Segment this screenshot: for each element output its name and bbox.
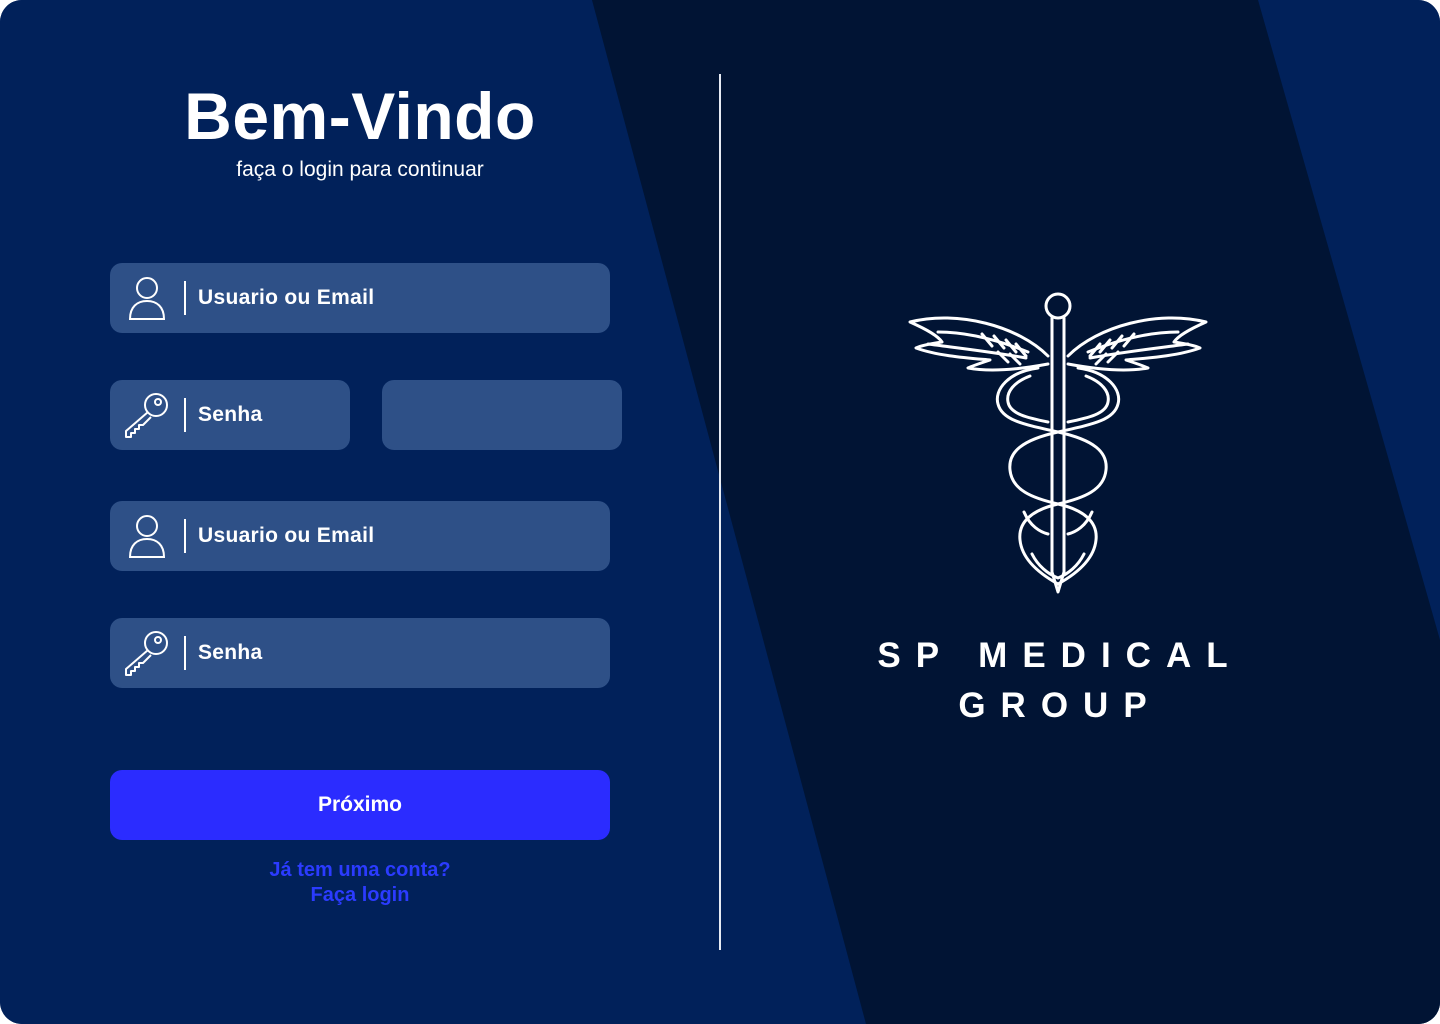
user-icon [110,263,184,333]
caduceus-icon [908,292,1208,594]
vertical-divider [719,74,721,950]
brand-name-line1: SP MEDICAL [877,636,1243,675]
blank-field[interactable] [382,380,622,450]
username-field-2[interactable]: Usuario ou Email [110,501,610,571]
login-link[interactable]: Faça login [110,884,610,907]
login-screen: Bem-Vindo faça o login para continuar Us… [0,0,1440,1024]
field-separator [184,398,186,432]
brand-name-line2: GROUP [958,686,1162,725]
user-icon [110,501,184,571]
key-icon [110,618,184,688]
password-field-2[interactable]: Senha [110,618,610,688]
login-question[interactable]: Já tem uma conta? [110,859,610,882]
password-placeholder: Senha [198,641,263,664]
username-placeholder: Usuario ou Email [198,524,375,547]
next-button[interactable]: Próximo [110,770,610,840]
field-separator [184,636,186,670]
password-field-1[interactable]: Senha [110,380,350,450]
username-placeholder: Usuario ou Email [198,286,375,309]
password-placeholder: Senha [198,403,263,426]
page-subtitle: faça o login para continuar [236,158,484,181]
username-field-1[interactable]: Usuario ou Email [110,263,610,333]
field-separator [184,281,186,315]
key-icon [110,380,184,450]
field-separator [184,519,186,553]
page-title: Bem-Vindo [184,79,536,153]
